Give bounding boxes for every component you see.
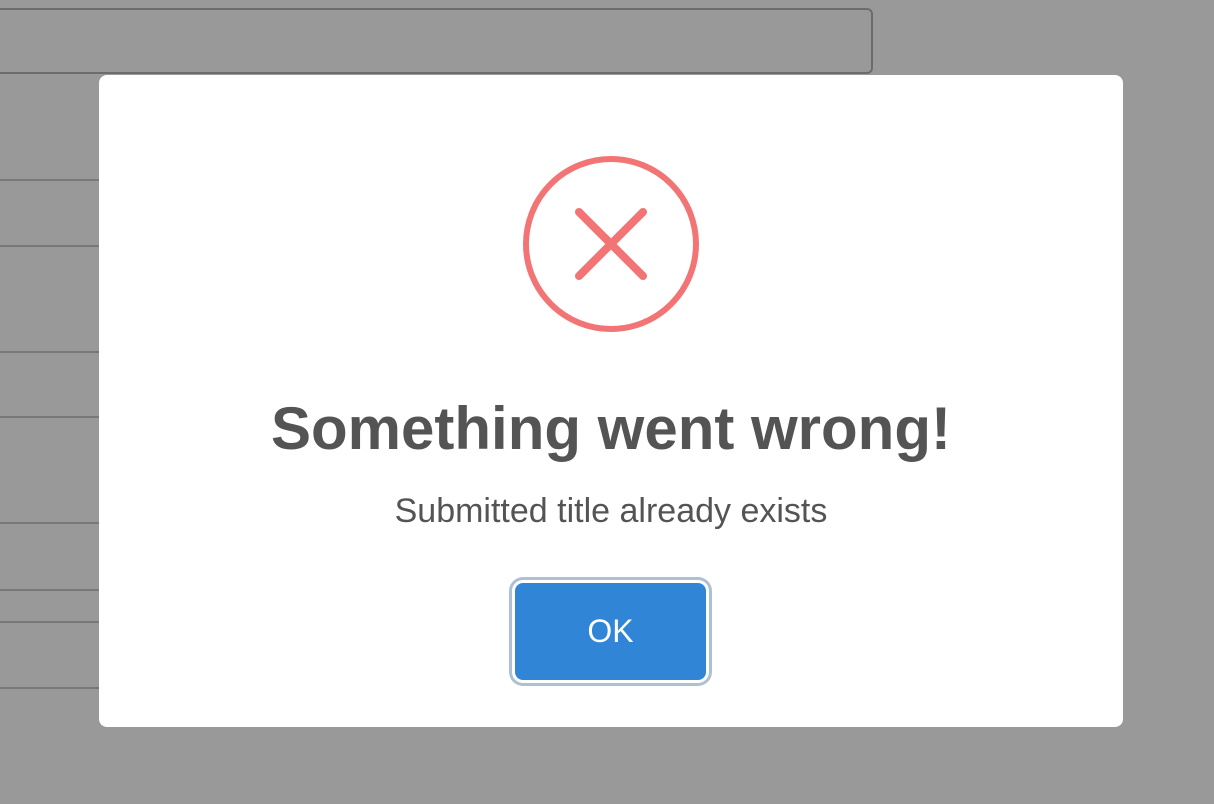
error-dialog: Something went wrong! Submitted title al… <box>99 75 1123 727</box>
dialog-message: Submitted title already exists <box>394 492 828 530</box>
dialog-title: Something went wrong! <box>271 395 951 462</box>
ok-button[interactable]: OK <box>515 583 706 680</box>
error-x-circle-icon <box>522 155 700 333</box>
